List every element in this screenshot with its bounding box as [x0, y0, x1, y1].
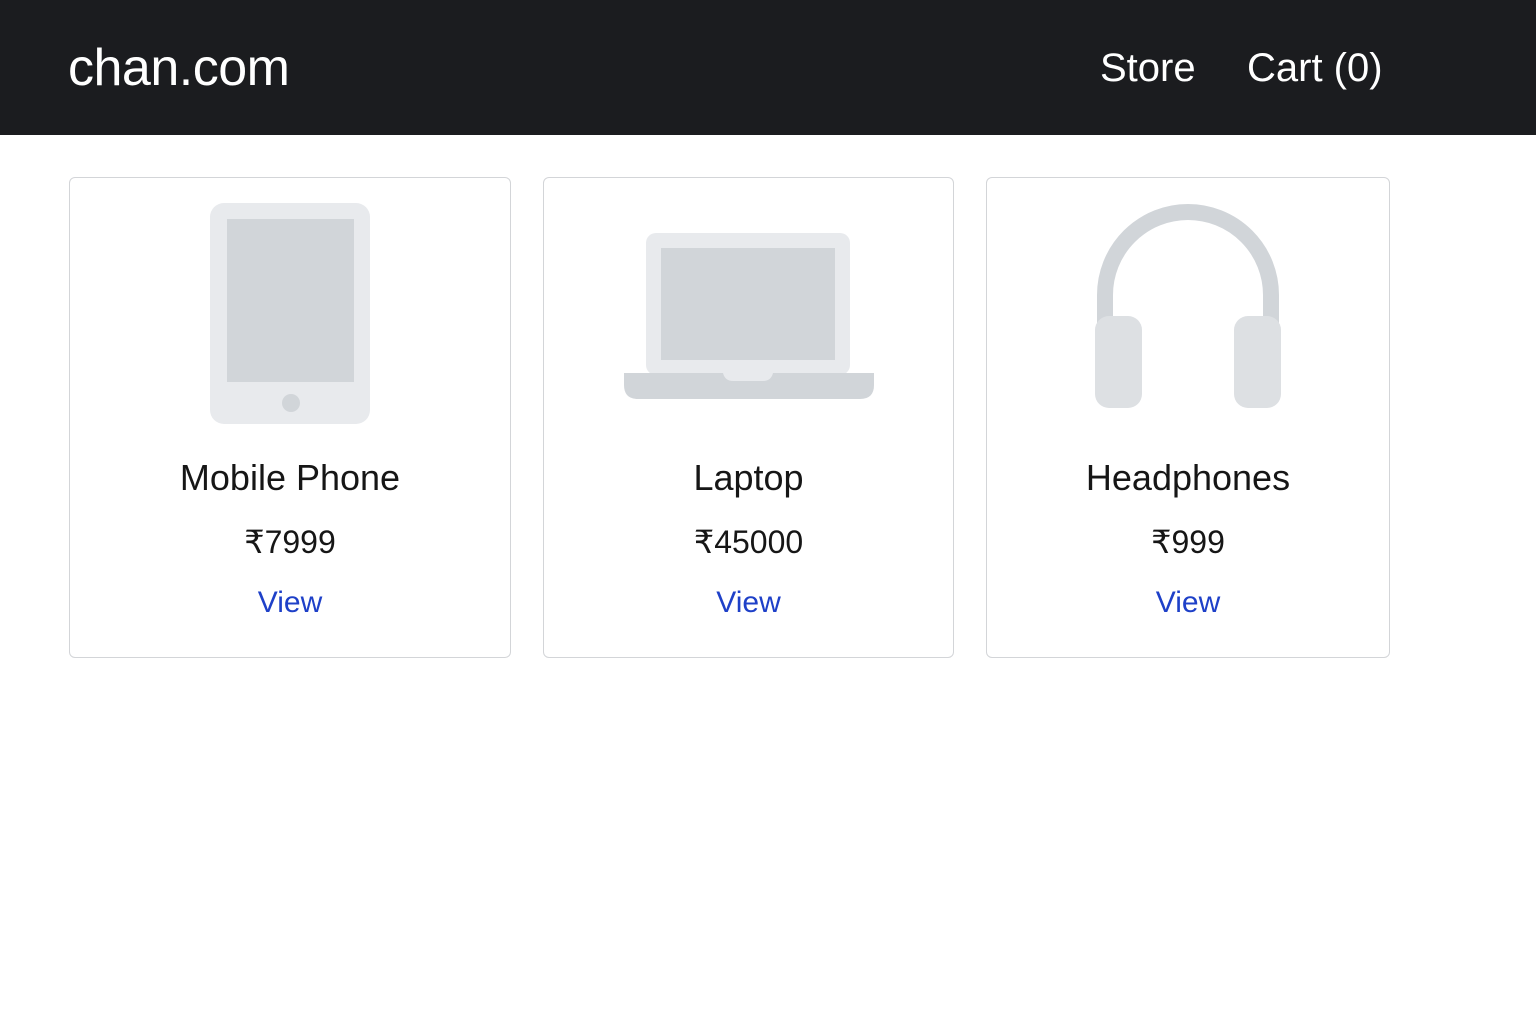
product-image	[987, 200, 1389, 432]
product-card-laptop: Laptop ₹45000 View	[543, 177, 954, 658]
view-product-link[interactable]: View	[716, 586, 780, 619]
product-price: ₹45000	[693, 524, 804, 560]
product-name: Laptop	[693, 457, 804, 498]
product-image	[544, 200, 953, 432]
product-name: Mobile Phone	[179, 457, 401, 498]
product-name: Headphones	[1085, 457, 1291, 498]
laptop-icon	[623, 233, 874, 399]
brand-logo[interactable]: chan.com	[68, 36, 290, 100]
view-product-link[interactable]: View	[258, 586, 322, 619]
product-link-wrap: View	[987, 584, 1389, 622]
product-card-headphones: Headphones ₹999 View	[986, 177, 1390, 658]
nav-link-cart[interactable]: Cart (0)	[1247, 44, 1383, 92]
product-price: ₹999	[1151, 524, 1225, 560]
nav-link-store[interactable]: Store	[1100, 44, 1196, 92]
view-product-link[interactable]: View	[1156, 586, 1220, 619]
product-link-wrap: View	[544, 584, 953, 622]
tablet-phone-icon	[210, 203, 370, 424]
headphones-icon	[1095, 204, 1281, 408]
product-price: ₹7999	[244, 524, 336, 560]
product-card-mobile-phone: Mobile Phone ₹7999 View	[69, 177, 511, 658]
product-image	[70, 200, 510, 432]
product-link-wrap: View	[70, 584, 510, 622]
navbar: chan.com Store Cart (0)	[0, 0, 1536, 135]
